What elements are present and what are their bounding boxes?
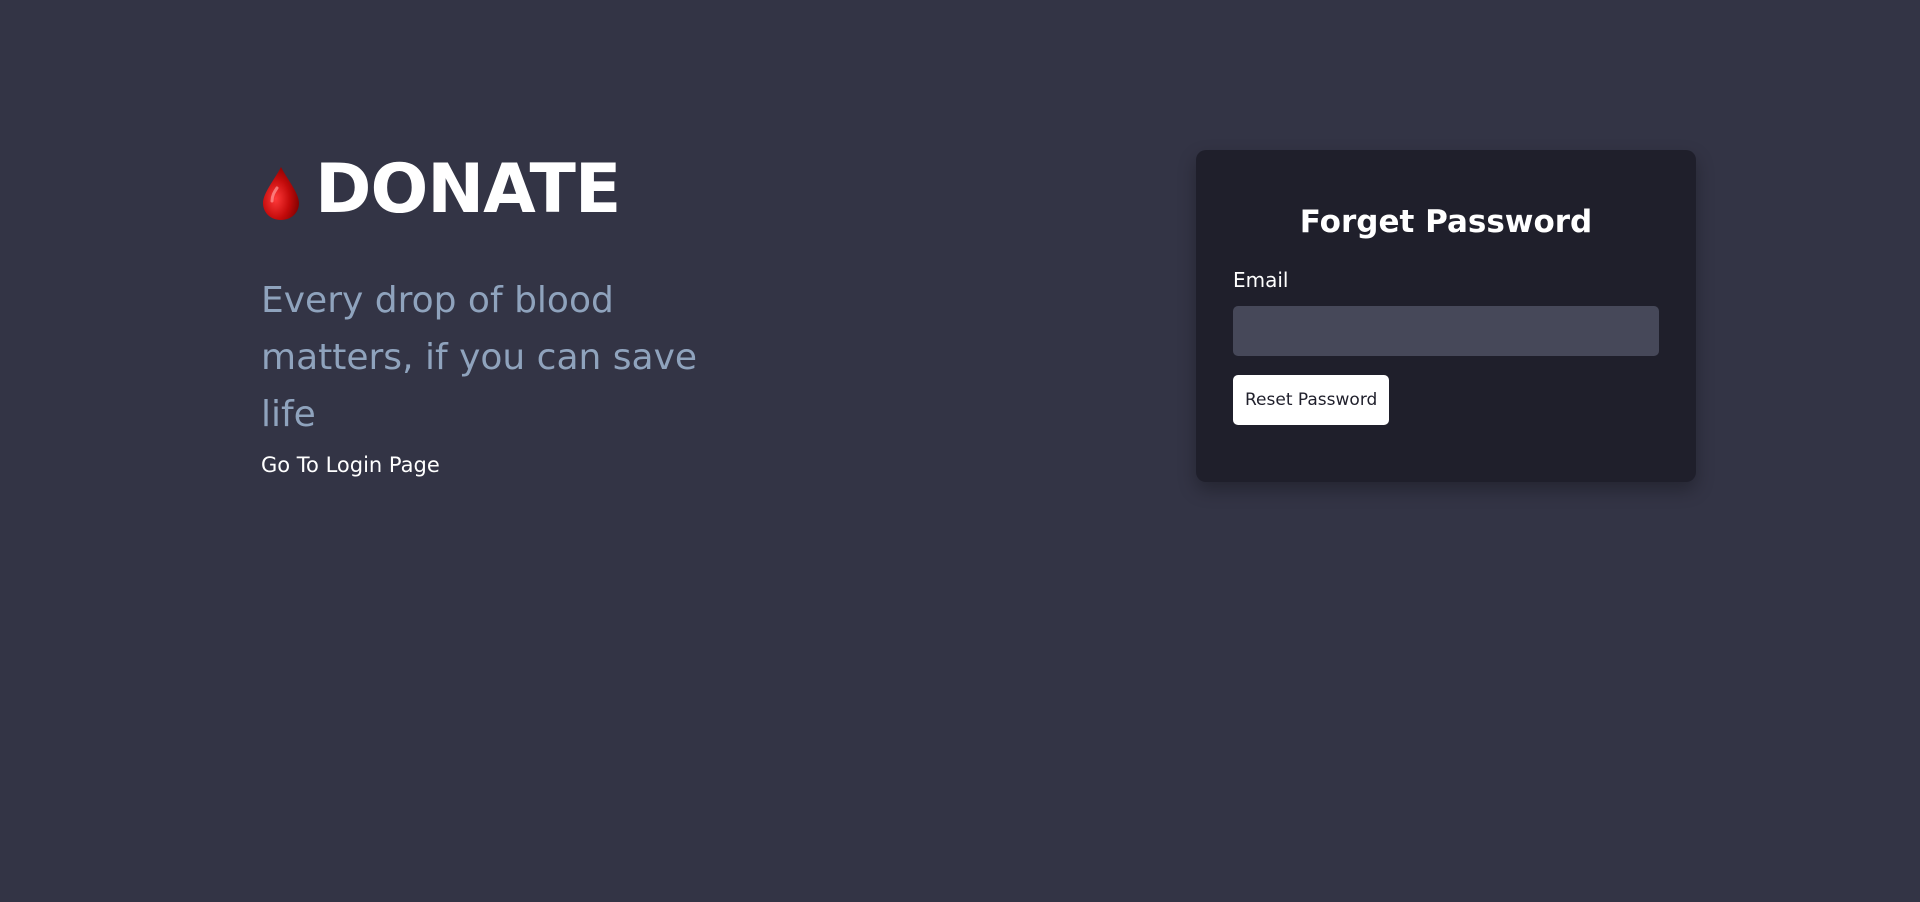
- forget-password-card: Forget Password Email Reset Password: [1196, 150, 1696, 482]
- email-input[interactable]: [1233, 306, 1659, 356]
- tagline: Every drop of blood matters, if you can …: [261, 280, 698, 435]
- blood-drop-icon: [263, 167, 299, 220]
- brand: DONATE: [261, 150, 781, 230]
- reset-password-button[interactable]: Reset Password: [1233, 375, 1390, 425]
- page: DONATE Every drop of blood matters, if y…: [0, 0, 1920, 902]
- brand-title: DONATE: [315, 150, 621, 229]
- go-to-login-link[interactable]: Go To Login Page: [261, 453, 440, 477]
- card-title: Forget Password: [1299, 204, 1593, 240]
- hero-section: DONATE Every drop of blood matters, if y…: [261, 150, 781, 477]
- email-label: Email: [1233, 268, 1289, 292]
